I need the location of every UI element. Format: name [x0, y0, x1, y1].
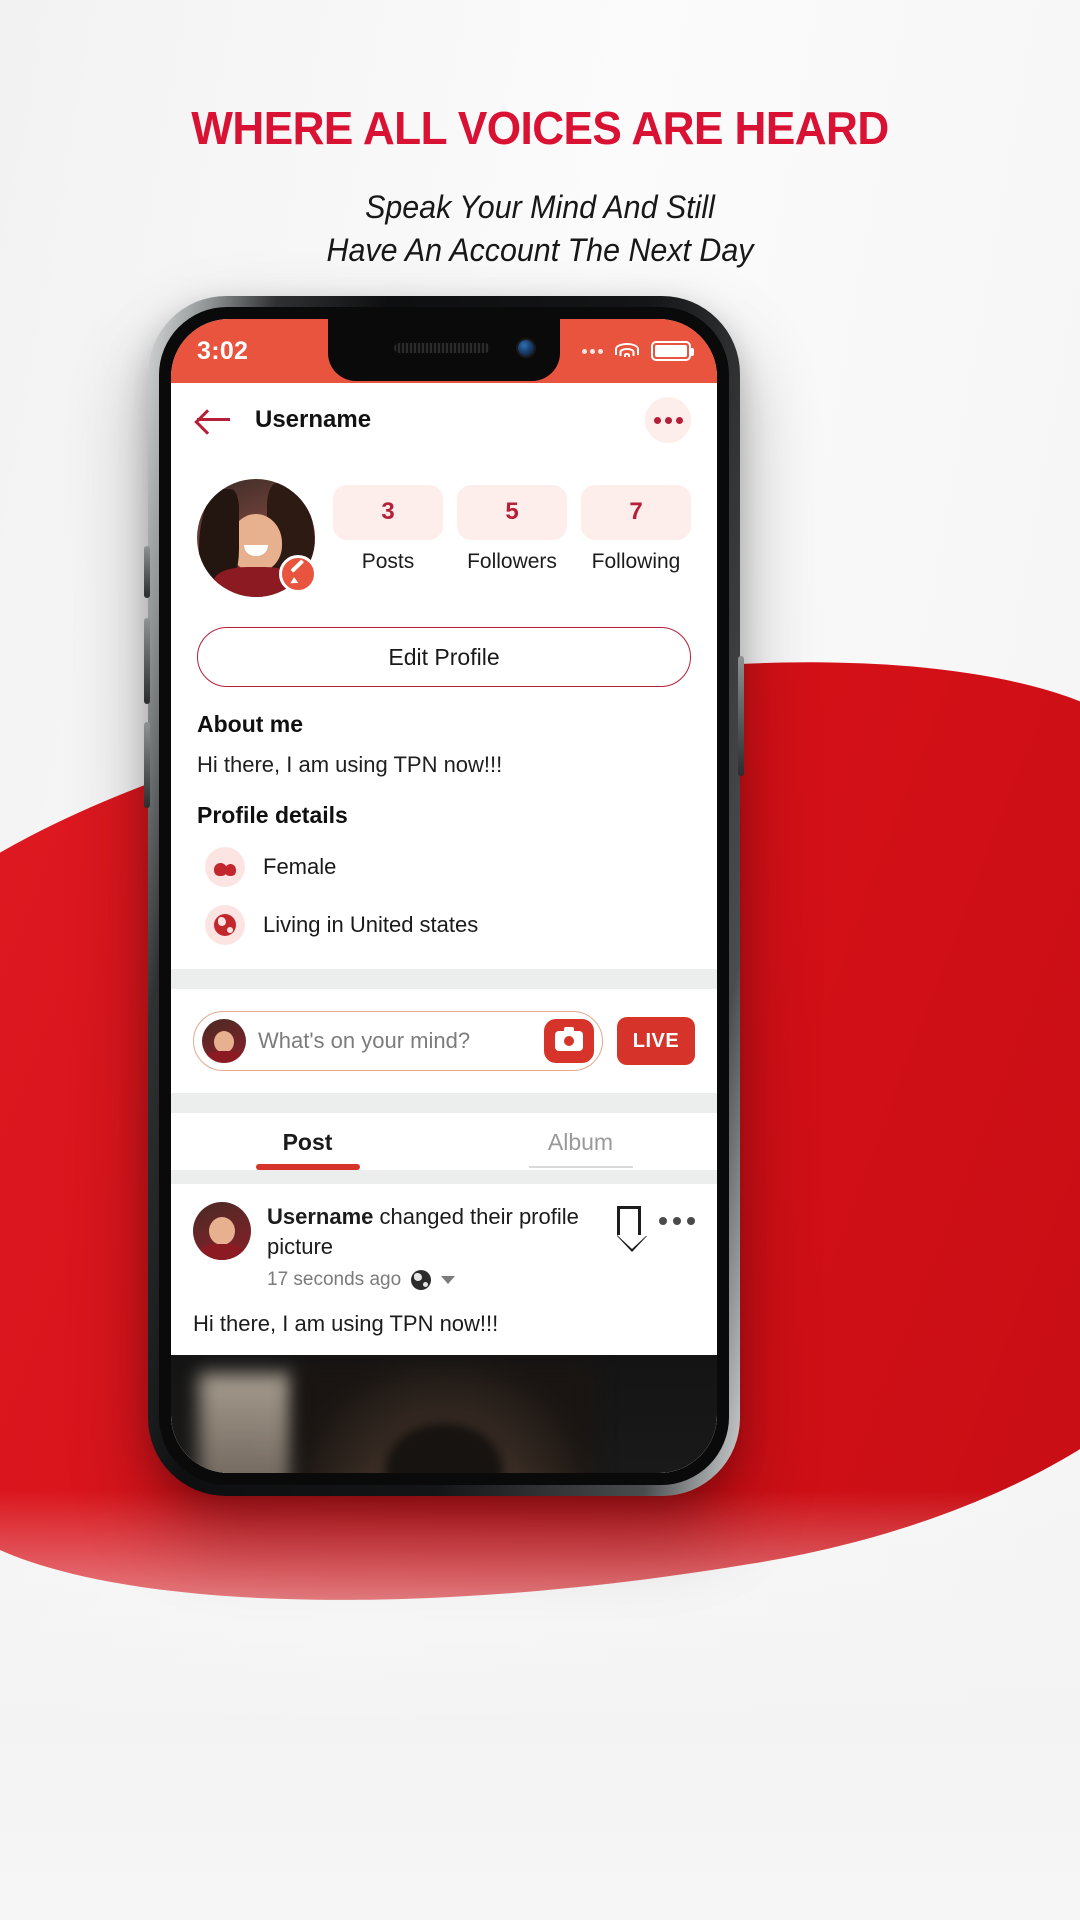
feed-post-actions — [617, 1202, 695, 1252]
edit-profile-button[interactable]: Edit Profile — [197, 627, 691, 687]
promo-subline-line1: Speak Your Mind And Still — [365, 189, 715, 226]
feed-post-card: Username changed their profile picture 1… — [171, 1184, 717, 1356]
stat-following-value: 7 — [581, 485, 691, 540]
detail-row-gender: Female — [205, 847, 691, 887]
avatar-edit-button[interactable] — [279, 555, 317, 593]
bookmark-icon[interactable] — [617, 1206, 647, 1252]
feed-post-meta: Username changed their profile picture 1… — [267, 1202, 601, 1291]
status-icons — [582, 341, 694, 361]
pencil-icon — [289, 565, 307, 583]
profile-stats: 3 Posts 5 Followers 7 Following — [333, 479, 691, 574]
globe-icon — [205, 905, 245, 945]
battery-full-icon — [651, 341, 694, 361]
phone-screen: 3:02 Username 3 Posts 5 Followers 7 Foll… — [171, 319, 717, 1473]
avatar[interactable] — [197, 479, 317, 597]
camera-icon[interactable] — [544, 1019, 594, 1063]
phone-silent-switch — [144, 546, 150, 598]
section-divider-3 — [171, 1170, 717, 1184]
composer-input-box[interactable]: What's on your mind? — [193, 1011, 603, 1071]
detail-row-location: Living in United states — [205, 905, 691, 945]
background-fade — [0, 1490, 1080, 1920]
feed-post-header: Username changed their profile picture 1… — [193, 1202, 695, 1291]
feed-post-avatar[interactable] — [193, 1202, 251, 1260]
profile-tabs: Post Album — [171, 1113, 717, 1170]
promo-subline: Speak Your Mind And Still Have An Accoun… — [27, 186, 1053, 270]
search-input[interactable]: What's on your mind? — [258, 1028, 532, 1054]
page-title: Username — [255, 406, 372, 433]
tab-album[interactable]: Album — [444, 1129, 717, 1170]
profile-details-title: Profile details — [197, 802, 348, 828]
post-composer: What's on your mind? LIVE — [171, 989, 717, 1093]
feed-post-subline: 17 seconds ago — [267, 1269, 601, 1291]
phone-mockup: 3:02 Username 3 Posts 5 Followers 7 Foll… — [144, 296, 744, 1496]
more-horizontal-icon[interactable] — [659, 1217, 695, 1225]
phone-volume-down-button — [144, 722, 150, 808]
stat-following-label: Following — [591, 550, 681, 573]
feed-post-body: Hi there, I am using TPN now!!! — [193, 1311, 499, 1337]
section-divider — [171, 969, 717, 989]
stat-posts-label: Posts — [361, 550, 415, 573]
promo-headline: WHERE ALL VOICES ARE HEARD — [191, 102, 889, 154]
promo-text-block: WHERE ALL VOICES ARE HEARD Speak Your Mi… — [0, 104, 1080, 271]
stat-posts[interactable]: 3 Posts — [333, 485, 443, 574]
globe-icon — [411, 1270, 432, 1291]
more-horizontal-icon[interactable] — [645, 397, 691, 443]
app-top-nav: Username — [171, 383, 717, 457]
tab-post[interactable]: Post — [171, 1129, 444, 1170]
stat-followers-value: 5 — [457, 485, 567, 540]
wifi-icon — [614, 341, 640, 361]
about-me-text: Hi there, I am using TPN now!!! — [197, 752, 503, 777]
status-time: 3:02 — [197, 336, 249, 365]
phone-power-button — [738, 656, 744, 776]
section-divider-2 — [171, 1093, 717, 1113]
phone-volume-up-button — [144, 618, 150, 704]
detail-location-text: Living in United states — [263, 912, 479, 937]
app-scroll-body[interactable]: 3 Posts 5 Followers 7 Following Edit Pro… — [171, 457, 717, 1473]
live-button[interactable]: LIVE — [617, 1017, 695, 1065]
post-photo-bg-left — [199, 1373, 295, 1473]
people-icon — [205, 847, 245, 887]
arrow-left-icon[interactable] — [197, 407, 231, 433]
detail-gender-text: Female — [263, 854, 337, 879]
profile-header: 3 Posts 5 Followers 7 Following — [171, 457, 717, 597]
phone-bezel: 3:02 Username 3 Posts 5 Followers 7 Foll… — [159, 307, 729, 1485]
stat-posts-value: 3 — [333, 485, 443, 540]
front-camera-icon — [518, 340, 534, 356]
composer-avatar — [202, 1019, 246, 1063]
post-photo[interactable] — [171, 1355, 717, 1473]
feed-post-headline: Username changed their profile picture — [267, 1202, 601, 1261]
feed-post-timestamp: 17 seconds ago — [267, 1269, 402, 1291]
stat-followers[interactable]: 5 Followers — [457, 485, 567, 574]
stat-following[interactable]: 7 Following — [581, 485, 691, 574]
signal-dots-icon — [582, 348, 603, 354]
chevron-down-icon[interactable] — [441, 1276, 456, 1285]
phone-notch — [328, 319, 560, 381]
promo-subline-line2: Have An Account The Next Day — [326, 231, 754, 268]
about-me-title: About me — [197, 711, 304, 737]
earpiece-speaker-icon — [394, 343, 491, 353]
stat-followers-label: Followers — [467, 550, 557, 573]
feed-post-author[interactable]: Username — [267, 1204, 373, 1229]
